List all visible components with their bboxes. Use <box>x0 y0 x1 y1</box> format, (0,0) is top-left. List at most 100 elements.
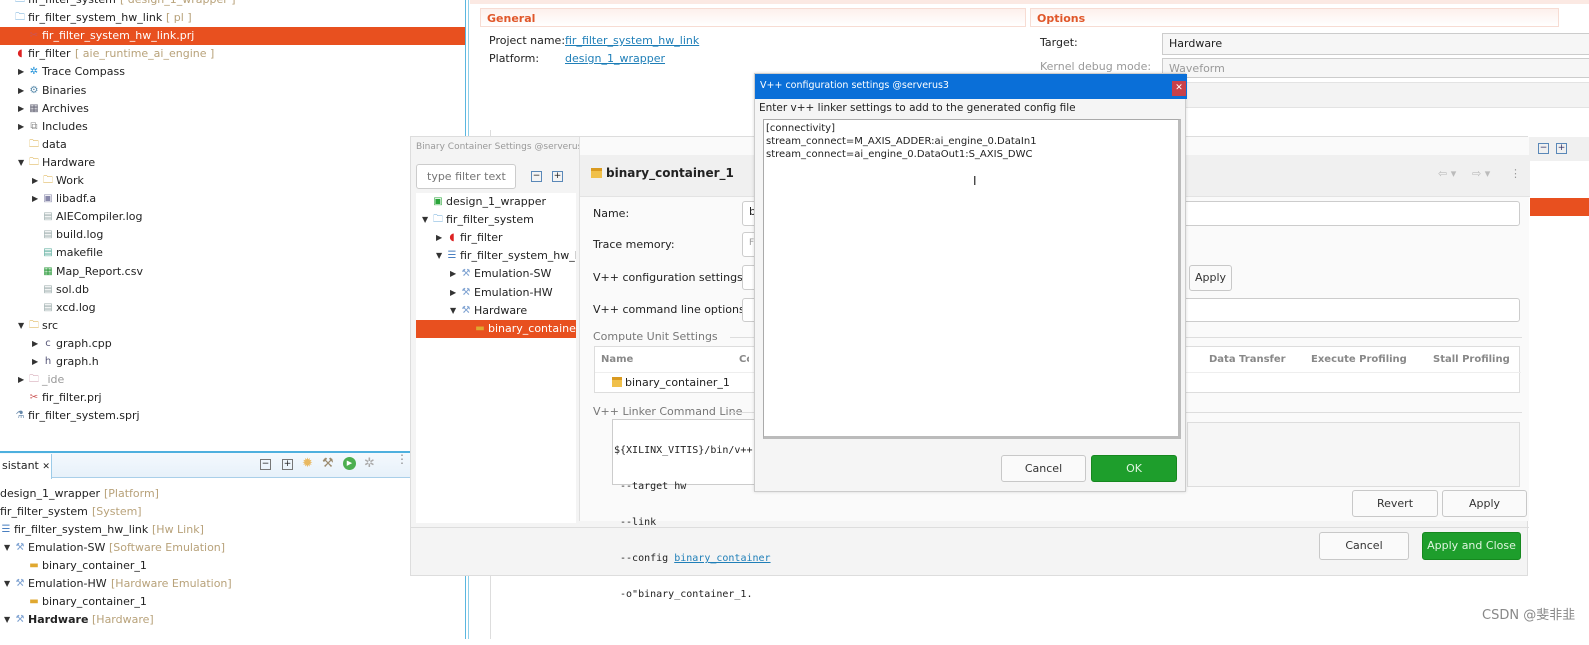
tree-item[interactable]: ▶ ⚒ Emulation-SW <box>416 265 576 283</box>
expand-arrow-down-icon[interactable]: ▼ <box>422 211 430 229</box>
view-menu-icon[interactable]: ⋮ <box>1510 167 1521 180</box>
tree-item[interactable]: ▶ ▦ Archives <box>0 100 466 118</box>
expand-all-icon[interactable]: + <box>552 171 563 182</box>
apply-and-close-button[interactable]: Apply and Close <box>1422 532 1521 560</box>
settings-gear-icon[interactable]: ✹ <box>302 456 313 471</box>
tree-item[interactable]: ▤ xcd.log <box>0 299 466 317</box>
tree-item[interactable]: ▼ ⚒ Hardware [Hardware] <box>0 611 466 629</box>
tree-item[interactable]: ▶ 🗀 _ide <box>0 371 466 389</box>
expand-arrow-down-icon[interactable]: ▼ <box>4 539 12 557</box>
tree-item-suffix: [ pl ] <box>166 11 192 25</box>
expand-arrow-right-icon[interactable]: ▶ <box>32 335 40 353</box>
expand-arrow-right-icon[interactable]: ▶ <box>32 172 40 190</box>
tree-item[interactable]: ▼ 🗀 fir_filter_system <box>416 211 576 229</box>
cu-col-data-transfer[interactable]: Data Transfer <box>1209 354 1286 365</box>
tree-item[interactable]: ▶ h graph.h <box>0 353 466 371</box>
build-hammer-icon[interactable]: ⚒ <box>322 456 334 471</box>
debug-icon[interactable]: ✲ <box>364 456 375 471</box>
revert-button[interactable]: Revert <box>1352 490 1438 517</box>
tree-item[interactable]: ▬binary_container_1 <box>0 557 466 575</box>
tree-item[interactable]: ▼☰fir_filter_system_hw_link <box>416 247 576 265</box>
expand-arrow-right-icon[interactable]: ▶ <box>436 229 444 247</box>
project-name-link[interactable]: fir_filter_system_hw_link <box>565 34 699 47</box>
tree-item[interactable]: ▶ ✲ Trace Compass <box>0 63 466 81</box>
tree-item[interactable]: ▼ 🗀 Hardware <box>0 154 466 172</box>
tree-item[interactable]: ▶ ⧉ Includes <box>0 118 466 136</box>
tree-item[interactable]: ▼ ⚒ Emulation-SW [Software Emulation] <box>0 539 466 557</box>
run-icon[interactable]: ▶ <box>343 457 356 470</box>
tree-item[interactable]: 🗀fir_filter_system [ design_1_wrapper ] <box>0 0 466 9</box>
cancel-button[interactable]: Cancel <box>1319 532 1409 560</box>
platform-link[interactable]: design_1_wrapper <box>565 52 665 65</box>
config-file-link[interactable]: binary_container <box>674 553 770 564</box>
expand-all-icon[interactable]: + <box>1556 143 1567 154</box>
kernel-debug-select[interactable]: Waveform <box>1162 58 1589 78</box>
tree-item[interactable]: 🗀 data <box>0 136 466 154</box>
vpp-cancel-button[interactable]: Cancel <box>1001 455 1086 482</box>
tree-item[interactable]: ▼ ⚒ Emulation-HW [Hardware Emulation] <box>0 575 466 593</box>
tree-item[interactable]: ▼ 🗀 src <box>0 317 466 335</box>
tree-item[interactable]: ▶ ▣ libadf.a <box>0 190 466 208</box>
expand-arrow-right-icon[interactable]: ▶ <box>18 100 26 118</box>
close-icon[interactable]: ✕ <box>42 462 50 472</box>
expand-arrow-down-icon[interactable]: ▼ <box>18 154 26 172</box>
tree-item[interactable]: ▶ ◖ fir_filter <box>416 229 576 247</box>
tree-item[interactable]: ▤ AIECompiler.log <box>0 208 466 226</box>
expand-arrow-down-icon[interactable]: ▼ <box>450 302 458 320</box>
tree-item-label: fir_filter_system_hw_link <box>460 249 576 263</box>
expand-arrow-right-icon[interactable]: ▶ <box>32 190 40 208</box>
view-menu-icon[interactable]: ⋮ <box>396 453 408 465</box>
filter-input[interactable] <box>416 164 516 189</box>
tree-item[interactable]: ✂ fir_filter_system_hw_link.prj <box>0 27 466 46</box>
target-select[interactable]: Hardware <box>1162 33 1589 55</box>
tree-item[interactable]: ✂ fir_filter.prj <box>0 389 466 407</box>
nav-back-icon[interactable]: ⇦ ▾ <box>1438 167 1456 180</box>
expand-arrow-down-icon[interactable]: ▼ <box>18 317 26 335</box>
expand-all-icon[interactable]: + <box>282 459 293 470</box>
vpp-config-apply-button[interactable]: Apply <box>1189 265 1232 291</box>
tree-item[interactable]: ▬binary_container_1 <box>416 319 576 338</box>
tree-item[interactable]: 🗀 fir_filter_system_hw_link[ pl ] <box>0 9 466 27</box>
collapse-all-icon[interactable]: − <box>260 459 271 470</box>
tree-item[interactable]: ⚗ fir_filter_system.sprj <box>0 407 466 425</box>
tree-item[interactable]: ▤ sol.db <box>0 281 466 299</box>
cu-col-name[interactable]: Name <box>601 354 633 365</box>
apply-button[interactable]: Apply <box>1442 490 1527 517</box>
tree-item[interactable]: ▶ ⚙ Binaries <box>0 82 466 100</box>
expand-arrow-down-icon[interactable]: ▼ <box>4 611 12 629</box>
expand-arrow-right-icon[interactable]: ▶ <box>32 353 40 371</box>
tree-item[interactable]: ▶ ⚒ Emulation-HW <box>416 284 576 302</box>
expand-arrow-right-icon[interactable]: ▶ <box>450 284 458 302</box>
tree-item[interactable]: ▦ Map_Report.csv <box>0 263 466 281</box>
tree-item[interactable]: ▼ ⚒ Hardware <box>416 302 576 320</box>
cu-col-compute-units[interactable]: Compute Units <box>739 354 749 365</box>
close-icon[interactable]: ✕ <box>1172 81 1186 96</box>
assistant-tab[interactable]: sistant ✕ <box>0 454 52 479</box>
collapse-all-icon[interactable]: − <box>1538 143 1549 154</box>
tree-item[interactable]: ☰ fir_filter_system_hw_link [Hw Link] <box>0 521 466 539</box>
expand-arrow-right-icon[interactable]: ▶ <box>18 63 26 81</box>
system-project-icon: 🗀 <box>14 0 26 6</box>
tree-item[interactable]: fir_filter_system [System] <box>0 503 466 521</box>
expand-arrow-right-icon[interactable]: ▶ <box>18 82 26 100</box>
nav-forward-icon[interactable]: ⇨ ▾ <box>1472 167 1490 180</box>
tree-item[interactable]: ◖ fir_filter [ aie_runtime_ai_engine ] <box>0 45 466 63</box>
cu-col-stall-profiling[interactable]: Stall Profiling <box>1433 354 1510 365</box>
expand-arrow-right-icon[interactable]: ▶ <box>18 371 26 389</box>
tree-item[interactable]: ▤ build.log <box>0 226 466 244</box>
cu-row-name[interactable]: binary_container_1 <box>625 376 730 389</box>
expand-arrow-right-icon[interactable]: ▶ <box>450 265 458 283</box>
vpp-ok-button[interactable]: OK <box>1091 455 1177 482</box>
tree-item[interactable]: ▬binary_container_1 <box>0 593 466 611</box>
tree-item[interactable]: ▤ makefile <box>0 244 466 262</box>
cu-col-execute-profiling[interactable]: Execute Profiling <box>1311 354 1407 365</box>
tree-item[interactable]: ▶ c graph.cpp <box>0 335 466 353</box>
tree-item[interactable]: design_1_wrapper [Platform] <box>0 485 466 503</box>
tree-item[interactable]: ▣ design_1_wrapper <box>416 193 576 211</box>
expand-arrow-down-icon[interactable]: ▼ <box>436 247 444 265</box>
collapse-all-icon[interactable]: − <box>531 171 542 182</box>
expand-arrow-right-icon[interactable]: ▶ <box>18 118 26 136</box>
linker-settings-textarea[interactable] <box>763 119 1181 439</box>
tree-item[interactable]: ▶ 🗀 Work <box>0 172 466 190</box>
expand-arrow-down-icon[interactable]: ▼ <box>4 575 12 593</box>
